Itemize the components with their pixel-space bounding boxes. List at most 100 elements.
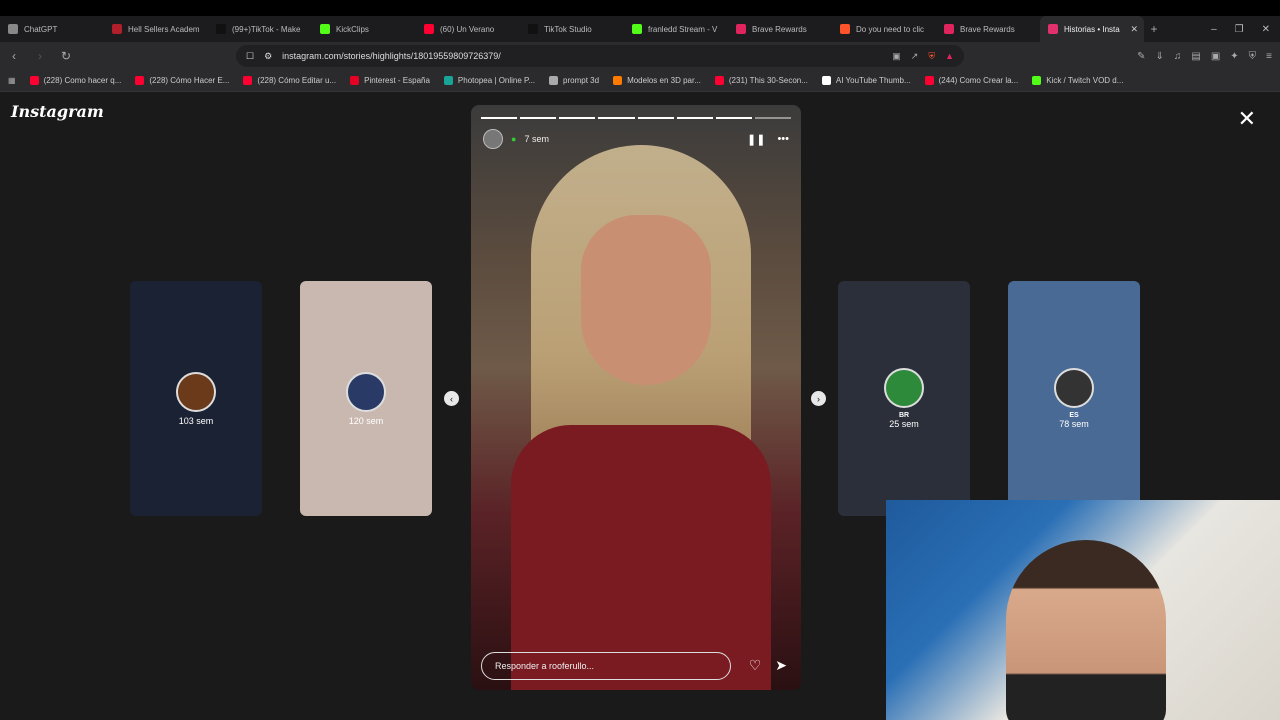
minimize-icon[interactable]: – <box>1211 24 1217 35</box>
downloads-icon[interactable]: ⇓ <box>1155 51 1163 62</box>
bookmark-item[interactable]: Kick / Twitch VOD d... <box>1032 76 1123 85</box>
previous-story-button[interactable]: ‹ <box>444 391 459 406</box>
next-story-button[interactable]: › <box>811 391 826 406</box>
progress-segment <box>754 117 791 119</box>
bookmark-item[interactable]: (231) This 30-Secon... <box>714 76 808 85</box>
instagram-logo[interactable]: Instagram <box>11 102 104 121</box>
browser-tab[interactable]: (60) Un Verano <box>416 16 520 42</box>
tab-favicon-icon <box>632 24 642 34</box>
close-icon[interactable]: ✕ <box>1238 106 1256 132</box>
window-close-icon[interactable]: ✕ <box>1262 24 1270 35</box>
bookmark-label: prompt 3d <box>563 76 600 85</box>
webcam-person <box>1006 540 1166 720</box>
bookmark-item[interactable]: prompt 3d <box>549 76 599 85</box>
leo-icon[interactable]: ✦ <box>1230 51 1238 62</box>
like-icon[interactable]: ♡ <box>749 657 762 674</box>
cast-icon[interactable]: ▣ <box>892 51 901 62</box>
apps-icon[interactable]: ▦ <box>8 76 16 85</box>
bookmark-icon[interactable]: ☐ <box>246 51 254 62</box>
bookmark-item[interactable]: Photopea | Online P... <box>443 76 535 85</box>
bookmark-item[interactable]: (228) Cómo Editar u... <box>243 76 336 85</box>
bookmark-favicon-icon <box>924 76 934 85</box>
story-name: ES <box>1069 412 1079 419</box>
bookmark-item[interactable]: Pinterest - España <box>350 76 430 85</box>
side-story-card[interactable]: 103 sem <box>130 281 262 516</box>
vpn-icon[interactable]: ⛨ <box>1249 51 1257 62</box>
forward-icon[interactable]: › <box>34 49 46 63</box>
menu-icon[interactable]: ≡ <box>1266 51 1272 62</box>
progress-segment <box>598 117 635 119</box>
reply-input[interactable]: Responder a rooferullo... <box>481 652 731 680</box>
bookmark-favicon-icon <box>135 76 145 85</box>
story-avatar[interactable] <box>483 129 503 149</box>
browser-tab[interactable]: TikTok Studio <box>520 16 624 42</box>
bookmark-item[interactable]: (228) Cómo Hacer E... <box>135 76 229 85</box>
back-icon[interactable]: ‹ <box>8 49 20 63</box>
music-icon[interactable]: ♫ <box>1174 51 1182 62</box>
share-icon[interactable]: ↗ <box>911 51 919 62</box>
story-age: 78 sem <box>1059 419 1089 429</box>
tab-favicon-icon <box>528 24 538 34</box>
tab-favicon-icon <box>216 24 226 34</box>
browser-tab[interactable]: (99+)TikTok - Make <box>208 16 312 42</box>
bookmark-favicon-icon <box>350 76 360 85</box>
reload-icon[interactable]: ↻ <box>60 49 72 63</box>
tab-label: Hell Sellers Academ <box>128 24 200 34</box>
browser-tab[interactable]: Do you need to clic <box>832 16 936 42</box>
sidebar-icon[interactable]: ▤ <box>1191 51 1200 62</box>
story-age: 103 sem <box>178 415 214 426</box>
tab-favicon-icon <box>1048 24 1058 34</box>
browser-tab[interactable]: Brave Rewards <box>728 16 832 42</box>
tab-favicon-icon <box>320 24 330 34</box>
site-info-icon[interactable]: ⚙ <box>264 51 272 62</box>
tab-label: KickClips <box>336 24 369 34</box>
browser-tab[interactable]: Brave Rewards <box>936 16 1040 42</box>
story-photo-face <box>581 215 711 385</box>
pause-icon[interactable]: ❚❚ <box>747 133 765 146</box>
tab-label: ChatGPT <box>24 24 58 34</box>
progress-segment <box>676 117 713 119</box>
story-avatar <box>884 368 924 408</box>
progress-segment <box>559 117 596 119</box>
bookmark-label: (228) Como hacer q... <box>43 76 122 85</box>
browser-tab[interactable]: ChatGPT <box>0 16 104 42</box>
browser-tab[interactable]: Hell Sellers Academ <box>104 16 208 42</box>
story-age: 25 sem <box>889 419 919 429</box>
browser-tab[interactable]: KickClips <box>312 16 416 42</box>
wallet-icon[interactable]: ▣ <box>1211 51 1220 62</box>
story-time: 7 sem <box>524 134 549 144</box>
brave-rewards-icon[interactable]: ▲ <box>945 51 954 62</box>
story-age: 120 sem <box>348 415 384 426</box>
webcam-overlay <box>886 500 1280 720</box>
more-options-icon[interactable]: ••• <box>777 133 789 146</box>
progress-segment <box>715 117 752 119</box>
tab-favicon-icon <box>736 24 746 34</box>
extensions-icon[interactable]: ✎ <box>1137 51 1145 62</box>
tab-favicon-icon <box>840 24 850 34</box>
bookmark-item[interactable]: Modelos en 3D par... <box>613 76 701 85</box>
tab-favicon-icon <box>424 24 434 34</box>
brave-shield-icon[interactable]: ⛨ <box>928 51 935 62</box>
active-story[interactable]: ● 7 sem ❚❚ ••• Responder a rooferullo...… <box>471 105 801 690</box>
bookmark-item[interactable]: (228) Como hacer q... <box>29 76 122 85</box>
tab-label: Do you need to clic <box>856 24 925 34</box>
tab-label: Historias • Insta <box>1064 24 1120 34</box>
address-bar: ‹ › ↻ ☐ ⚙ instagram.com/stories/highligh… <box>0 42 1280 70</box>
bookmark-item[interactable]: (244) Como Crear la... <box>924 76 1018 85</box>
new-tab-button[interactable]: + <box>1144 22 1164 36</box>
tab-label: Brave Rewards <box>752 24 807 34</box>
bookmark-item[interactable]: AI YouTube Thumb... <box>821 76 911 85</box>
browser-tab[interactable]: franledd Stream - V <box>624 16 728 42</box>
side-story-card[interactable]: 120 sem <box>300 281 432 516</box>
story-badge-icon: ● <box>511 134 517 144</box>
side-story-card[interactable]: ES 78 sem <box>1008 281 1140 516</box>
bookmark-favicon-icon <box>443 76 453 85</box>
progress-segment <box>637 117 674 119</box>
send-icon[interactable]: ➤ <box>775 657 787 674</box>
tab-bar: ChatGPT Hell Sellers Academ (99+)TikTok - … <box>0 16 1280 42</box>
tab-close-icon[interactable]: ✕ <box>1130 24 1138 35</box>
side-story-card[interactable]: BR 25 sem <box>838 281 970 516</box>
browser-tab[interactable]: Historias • Insta ✕ <box>1040 16 1144 42</box>
url-field[interactable]: ☐ ⚙ instagram.com/stories/highlights/180… <box>236 45 964 67</box>
restore-icon[interactable]: ❐ <box>1235 24 1244 35</box>
